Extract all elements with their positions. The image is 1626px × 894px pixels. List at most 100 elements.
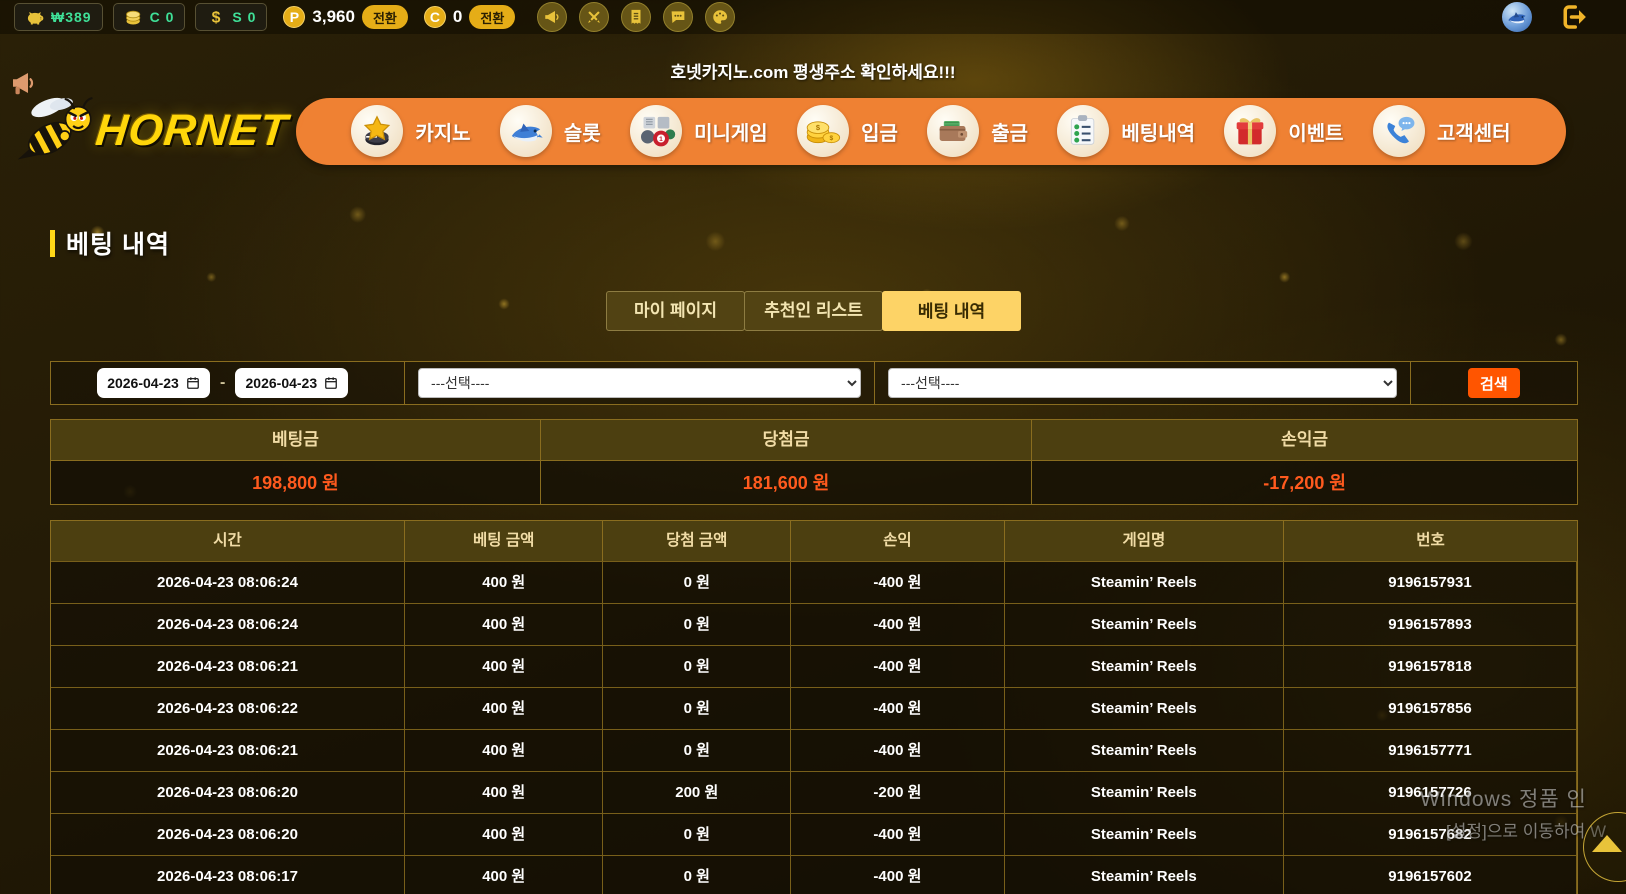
- avatar[interactable]: [1502, 2, 1532, 32]
- table-cell: Steamin’ Reels: [1004, 813, 1284, 855]
- scroll-to-top-button[interactable]: [1583, 812, 1626, 882]
- tab-betting-history[interactable]: 베팅 내역: [882, 291, 1021, 331]
- tab-my-page[interactable]: 마이 페이지: [606, 291, 745, 331]
- nav-item-slots[interactable]: 슬롯: [499, 105, 601, 157]
- game-select-section: ---선택----: [405, 362, 876, 404]
- nav-item-event[interactable]: 이벤트: [1224, 105, 1344, 157]
- betting-history-table: 시간 베팅 금액 당첨 금액 손익 게임명 번호 2026-04-23 08:06:24 4…: [50, 520, 1578, 894]
- nav-item-minigame[interactable]: 1 미니게임: [630, 105, 768, 157]
- nav-item-withdraw[interactable]: 출금: [927, 105, 1028, 157]
- coin-stack-icon: $ $: [797, 105, 850, 157]
- table-header-cell: 번호: [1283, 521, 1577, 561]
- table-cell: 2026-04-23 08:06:24: [51, 603, 406, 645]
- nav-item-support[interactable]: 고객센터: [1372, 105, 1511, 157]
- table-cell: 0 원: [603, 855, 792, 894]
- megaphone-icon: [543, 8, 561, 26]
- hornet-bee-icon: [17, 97, 93, 161]
- wallet-coin-amount: C 0: [149, 9, 175, 25]
- tools-icon-button[interactable]: [579, 2, 610, 32]
- point-c-value: 0: [452, 7, 463, 26]
- checklist-icon: [1057, 105, 1110, 157]
- gift-icon: [1224, 105, 1277, 157]
- table-cell: 9196157818: [1283, 645, 1577, 687]
- table-cell: 9196157726: [1283, 771, 1577, 813]
- wallet-icon: [927, 105, 980, 157]
- dollar-icon: $: [206, 7, 226, 27]
- points-group: P 3,960 전환: [283, 5, 408, 29]
- table-cell: 400 원: [405, 645, 604, 687]
- nav-item-deposit[interactable]: $ $ 입금: [797, 105, 898, 157]
- table-cell: 0 원: [603, 645, 792, 687]
- table-cell: -400 원: [791, 645, 1005, 687]
- tab-referral-list[interactable]: 추천인 리스트: [744, 291, 883, 331]
- nav-item-betting-history[interactable]: 베팅내역: [1057, 105, 1195, 157]
- megaphone-deco-icon: [8, 68, 38, 98]
- table-cell: 2026-04-23 08:06:20: [51, 771, 406, 813]
- logout-icon[interactable]: [1558, 1, 1590, 33]
- table-cell: 2026-04-23 08:06:22: [51, 687, 406, 729]
- table-cell: 9196157602: [1283, 855, 1577, 894]
- table-cell: 9196157856: [1283, 687, 1577, 729]
- table-cell: 2026-04-23 08:06:20: [51, 813, 406, 855]
- table-cell: 400 원: [405, 855, 604, 894]
- chat-icon-button[interactable]: [663, 2, 694, 32]
- table-header-cell: 시간: [51, 521, 406, 561]
- search-button[interactable]: 검색: [1467, 368, 1520, 398]
- point-c-badge: C: [423, 6, 446, 28]
- pig-icon: [25, 7, 45, 27]
- table-cell: 9196157893: [1283, 603, 1577, 645]
- page-title: 베팅 내역: [50, 225, 1578, 261]
- table-cell: Steamin’ Reels: [1004, 645, 1284, 687]
- palette-icon-button[interactable]: [705, 2, 736, 32]
- quick-menu: [537, 2, 736, 32]
- summary-profit-total: -17,200 원: [1032, 460, 1577, 504]
- type-select-section: ---선택----: [875, 362, 1411, 404]
- select-filter-2[interactable]: ---선택----: [888, 368, 1397, 398]
- table-cell: 400 원: [405, 603, 604, 645]
- table-header-row: 시간 베팅 금액 당첨 금액 손익 게임명 번호: [51, 521, 1577, 561]
- table-header-cell: 베팅 금액: [405, 521, 604, 561]
- brand-logo[interactable]: HORNET: [0, 89, 296, 173]
- table-header-cell: 게임명: [1004, 521, 1284, 561]
- calendar-icon: [186, 377, 199, 389]
- filter-panel: 2026-04-23 - 2026-04-23 ---선택---- ---선택-…: [50, 361, 1578, 405]
- table-row: 2026-04-23 08:06:22 400 원0 원 -400 원 Steamin…: [51, 687, 1577, 729]
- up-arrow-icon: [1592, 835, 1622, 852]
- table-cell: -200 원: [791, 771, 1005, 813]
- wallet-s-amount: S 0: [232, 9, 257, 25]
- search-section: 검색: [1411, 362, 1577, 404]
- shark-icon: [499, 105, 552, 157]
- table-row: 2026-04-23 08:06:24 400 원0 원 -400 원 Steamin…: [51, 603, 1577, 645]
- receipt-icon-button[interactable]: [621, 2, 652, 32]
- convert-p-button[interactable]: 전환: [361, 5, 408, 29]
- topbar: ₩389 C 0 $ S 0 P 3,960 전환 C 0 전환: [0, 0, 1626, 34]
- nav-item-casino[interactable]: 카지노: [351, 105, 471, 157]
- table-row: 2026-04-23 08:06:24 400 원0 원 -400 원 Steamin…: [51, 561, 1577, 603]
- table-row: 2026-04-23 08:06:21 400 원0 원 -400 원 Steamin…: [51, 645, 1577, 687]
- table-row: 2026-04-23 08:06:17 400 원0 원 -400 원 Steamin…: [51, 855, 1577, 894]
- convert-c-button[interactable]: 전환: [469, 5, 516, 29]
- notice-text: 호넷카지노.com 평생주소 확인하세요!!!: [670, 63, 956, 82]
- chat-icon: [669, 8, 687, 26]
- date-to-input[interactable]: 2026-04-23: [235, 368, 349, 398]
- summary-header-win: 당첨금: [540, 420, 1033, 460]
- summary-table: 베팅금 당첨금 손익금 198,800 원 181,600 원 -17,200 …: [50, 419, 1578, 505]
- table-cell: Steamin’ Reels: [1004, 603, 1284, 645]
- title-accent-bar: [50, 229, 55, 257]
- table-row: 2026-04-23 08:06:20 400 원 200 원 -200 원 Steam…: [51, 771, 1577, 813]
- table-cell: 2026-04-23 08:06:21: [51, 729, 406, 771]
- table-header-cell: 당첨 금액: [603, 521, 792, 561]
- table-cell: -400 원: [791, 855, 1005, 894]
- table-cell: 2026-04-23 08:06:21: [51, 645, 406, 687]
- table-cell: 0 원: [603, 561, 792, 603]
- table-cell: 9196157682: [1283, 813, 1577, 855]
- table-cell: Steamin’ Reels: [1004, 687, 1284, 729]
- table-cell: 2026-04-23 08:06:24: [51, 561, 406, 603]
- svg-text:$: $: [830, 135, 834, 142]
- table-header-cell: 손익: [791, 521, 1005, 561]
- megaphone-icon-button[interactable]: [537, 2, 568, 32]
- summary-header-bet: 베팅금: [51, 420, 541, 460]
- select-filter-1[interactable]: ---선택----: [418, 368, 862, 398]
- date-from-input[interactable]: 2026-04-23: [97, 368, 210, 398]
- hero: 호넷카지노.com 평생주소 확인하세요!!! HORNET 카지노 슬롯 1 …: [0, 58, 1626, 173]
